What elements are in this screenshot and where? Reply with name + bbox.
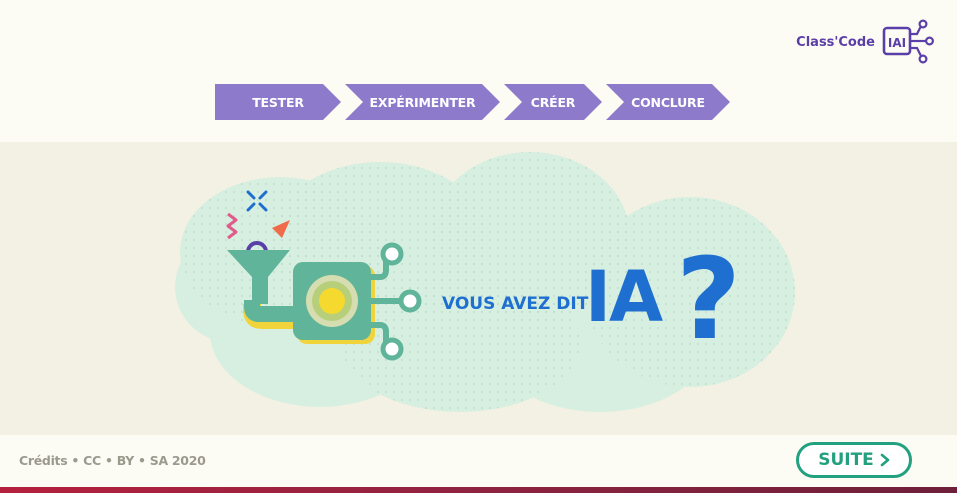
step-experimenter[interactable]: EXPÉRIMENTER	[345, 84, 500, 120]
circuit-icon: IAI	[882, 19, 934, 64]
banner-subtitle: VOUS AVEZ DIT	[442, 294, 589, 314]
step-tester[interactable]: TESTER	[215, 84, 341, 120]
next-button[interactable]: SUITE	[796, 442, 912, 478]
credits-text[interactable]: Crédits • CC • BY • SA 2020	[19, 453, 206, 468]
logo-badge: IAI	[888, 36, 906, 50]
chevron-right-icon	[880, 453, 890, 467]
hero-banner: VOUS AVEZ DIT IA ?	[0, 142, 957, 435]
logo-text: Class'Code	[796, 34, 875, 50]
classcode-logo[interactable]: Class'Code IAI	[796, 18, 935, 66]
step-creer[interactable]: CRÉER	[504, 84, 602, 120]
question-mark-icon: ?	[676, 235, 741, 365]
step-label: CONCLURE	[631, 94, 705, 110]
footer: Crédits • CC • BY • SA 2020 SUITE	[0, 435, 957, 487]
step-conclure[interactable]: CONCLURE	[606, 84, 730, 120]
step-navigation: TESTER EXPÉRIMENTER CRÉER CONCLURE	[215, 84, 734, 120]
hero-illustration: VOUS AVEZ DIT IA ?	[175, 152, 795, 412]
next-label: SUITE	[818, 450, 874, 470]
step-label: TESTER	[252, 94, 304, 110]
banner-title: IA	[585, 256, 663, 338]
step-label: EXPÉRIMENTER	[369, 94, 476, 110]
step-label: CRÉER	[530, 94, 576, 110]
bottom-strip	[0, 487, 957, 493]
header: Class'Code IAI TESTER EXPÉRIMENTER CRÉER…	[0, 0, 957, 142]
